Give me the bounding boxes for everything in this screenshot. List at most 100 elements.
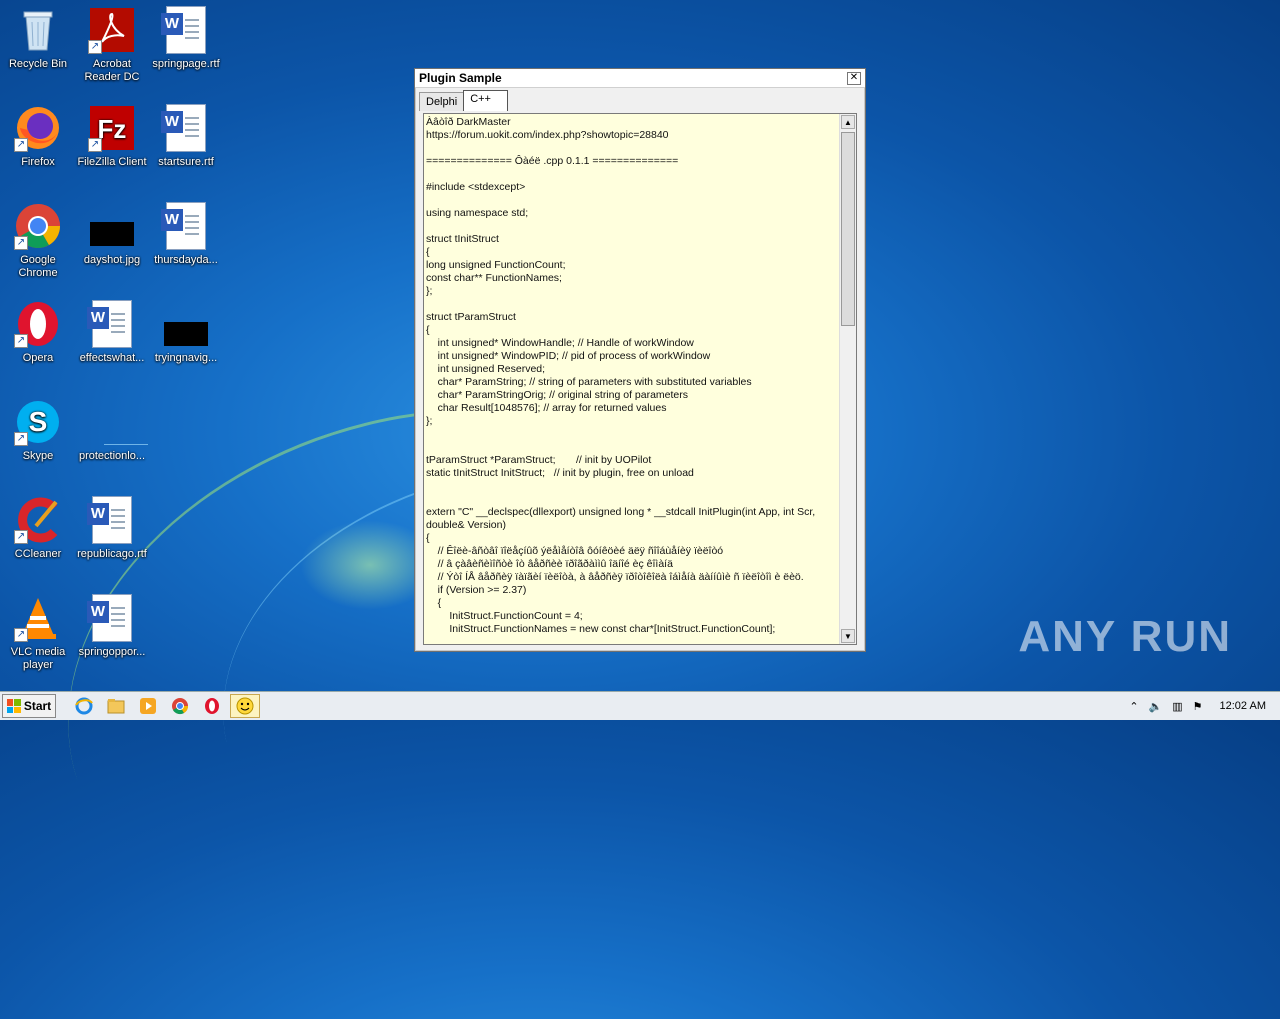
desktop-icon-protectionlo[interactable]: protectionlo... (74, 398, 150, 463)
desktop-icon-label: Skype (22, 450, 54, 462)
scroll-down-icon[interactable]: ▼ (841, 629, 855, 643)
code-editor[interactable]: Àâòîð DarkMaster https://forum.uokit.com/… (423, 113, 857, 645)
desktop-icon-republicago[interactable]: W republicago.rtf (74, 496, 150, 561)
chrome-icon: ↗ (14, 202, 62, 250)
desktop-icon-opera[interactable]: ↗ Opera (0, 300, 76, 365)
word-document-icon: W (161, 202, 210, 250)
shortcut-arrow-icon: ↗ (14, 138, 28, 152)
desktop-icon-label: republicago.rtf (77, 548, 147, 560)
shortcut-arrow-icon: ↗ (14, 236, 28, 250)
scroll-thumb[interactable] (841, 132, 855, 326)
code-line: // â çàâèñèìîñòè îò âåðñèè ïðîãðàììû îäí… (426, 558, 673, 570)
code-line: long unsigned FunctionCount; (426, 259, 566, 271)
network-icon[interactable]: ▥ (1172, 700, 1182, 713)
code-line: char* ParamString; // string of paramete… (426, 376, 752, 388)
desktop-icon-label: FileZilla Client (77, 156, 147, 168)
ccleaner-icon: ↗ (14, 496, 62, 544)
desktop-icon-vlc[interactable]: ↗ VLC media player (0, 594, 76, 672)
code-line: #include <stdexcept> (426, 181, 526, 193)
shortcut-arrow-icon: ↗ (14, 432, 28, 446)
volume-icon[interactable]: 🔈 (1149, 700, 1163, 713)
desktop-icon-label: springpage.rtf (152, 58, 220, 70)
code-line: double& Version) (426, 519, 506, 531)
desktop-icon-dayshot[interactable]: dayshot.jpg (74, 202, 150, 267)
scroll-up-icon[interactable]: ▲ (841, 115, 855, 129)
image-file-icon (88, 202, 136, 250)
close-icon[interactable]: ✕ (847, 71, 861, 85)
vertical-scrollbar[interactable]: ▲ ▼ (839, 114, 856, 644)
windows-logo-icon (6, 699, 21, 713)
action-center-flag-icon[interactable]: ⚑ (1193, 700, 1203, 713)
anyrun-watermark: ANY RUN (1018, 612, 1232, 661)
desktop-icon-label: dayshot.jpg (83, 254, 141, 266)
desktop-icon-label: CCleaner (14, 548, 62, 560)
opera-taskbar-icon[interactable] (198, 695, 226, 717)
code-line: const char** FunctionNames; (426, 272, 562, 284)
desktop-icon-recycle-bin[interactable]: Recycle Bin (0, 6, 76, 71)
desktop-icon-label: springoppor... (78, 646, 146, 658)
desktop-icon-acrobat[interactable]: ↗ Acrobat Reader DC (74, 6, 150, 84)
desktop-icon-springoppor[interactable]: W springoppor... (74, 594, 150, 659)
word-document-icon: W (161, 104, 210, 152)
code-line: // Ýòî ÍÅ âåðñèÿ ïàïãèí ïèëîòà, à âåðñèÿ… (426, 571, 804, 583)
code-line: struct tParamStruct (426, 311, 516, 323)
vlc-icon: ↗ (14, 594, 62, 642)
clock[interactable]: 12:02 AM (1220, 700, 1266, 712)
desktop-icon-ccleaner[interactable]: ↗ CCleaner (0, 496, 76, 561)
desktop-icon-startsure[interactable]: W startsure.rtf (148, 104, 224, 169)
desktop-icon-filezilla[interactable]: Fz ↗ FileZilla Client (74, 104, 150, 169)
desktop-icon-skype[interactable]: S ↗ Skype (0, 398, 76, 463)
window-titlebar[interactable]: Plugin Sample ✕ (415, 69, 865, 88)
code-line: if (Version >= 2.37) (426, 584, 527, 596)
desktop-icon-firefox[interactable]: ↗ Firefox (0, 104, 76, 169)
acrobat-icon: ↗ (88, 6, 136, 54)
word-document-icon: W (161, 6, 210, 54)
code-text[interactable]: Àâòîð DarkMaster https://forum.uokit.com/… (426, 116, 840, 640)
filezilla-icon: Fz ↗ (88, 104, 136, 152)
desktop-icon-label: Firefox (21, 156, 55, 168)
file-icon (88, 398, 148, 446)
file-explorer-icon[interactable] (102, 695, 130, 717)
desktop-icon-google-chrome[interactable]: ↗ Google Chrome (0, 202, 76, 280)
tab-cpp[interactable]: C++ (463, 90, 508, 111)
firefox-icon: ↗ (14, 104, 62, 152)
code-line: char* ParamStringOrig; // original strin… (426, 389, 689, 401)
code-line: int unsigned Reserved; (426, 363, 546, 375)
start-button[interactable]: Start (2, 694, 56, 718)
shortcut-arrow-icon: ↗ (14, 530, 28, 544)
desktop-icon-tryingnavig[interactable]: tryingnavig... (148, 300, 224, 365)
word-document-icon: W (87, 300, 136, 348)
system-tray: ⌃ 🔈 ▥ ⚑ 12:02 AM (1124, 692, 1280, 720)
desktop-icon-effectswhat[interactable]: W effectswhat... (74, 300, 150, 365)
internet-explorer-icon[interactable] (70, 695, 98, 717)
tab-delphi[interactable]: Delphi (419, 92, 465, 111)
code-line: Àâòîð DarkMaster (426, 116, 511, 128)
code-line: extern "C" __declspec(dllexport) unsigne… (426, 506, 816, 518)
code-line: char Result[1048576]; // array for retur… (426, 402, 667, 414)
desktop-icon-thursdayda[interactable]: W thursdayda... (148, 202, 224, 267)
plugin-sample-window: Plugin Sample ✕ Delphi C++ Àâòîð DarkMas… (414, 68, 866, 652)
media-player-icon[interactable] (134, 695, 162, 717)
taskbar: Start ⌃ 🔈 ▥ ⚑ 12:02 AM (0, 691, 1280, 720)
desktop-icon-springpage[interactable]: W springpage.rtf (148, 6, 224, 71)
desktop-icon-label: VLC media player (10, 646, 66, 671)
code-line: InitStruct.FunctionCount = 4; (426, 610, 583, 622)
tab-strip: Delphi C++ (419, 89, 508, 111)
shortcut-arrow-icon: ↗ (88, 40, 102, 54)
word-document-icon: W (87, 496, 136, 544)
plugin-sample-taskbar-icon[interactable] (230, 694, 260, 718)
desktop-icon-label: tryingnavig... (154, 352, 218, 364)
code-line: int unsigned* WindowPID; // pid of proce… (426, 350, 711, 362)
code-line: struct tInitStruct (426, 233, 499, 245)
window-title: Plugin Sample (419, 71, 502, 85)
code-line: tParamStruct *ParamStruct; // init by UO… (426, 454, 652, 466)
show-hidden-icons-icon[interactable]: ⌃ (1129, 700, 1138, 713)
chrome-taskbar-icon[interactable] (166, 695, 194, 717)
